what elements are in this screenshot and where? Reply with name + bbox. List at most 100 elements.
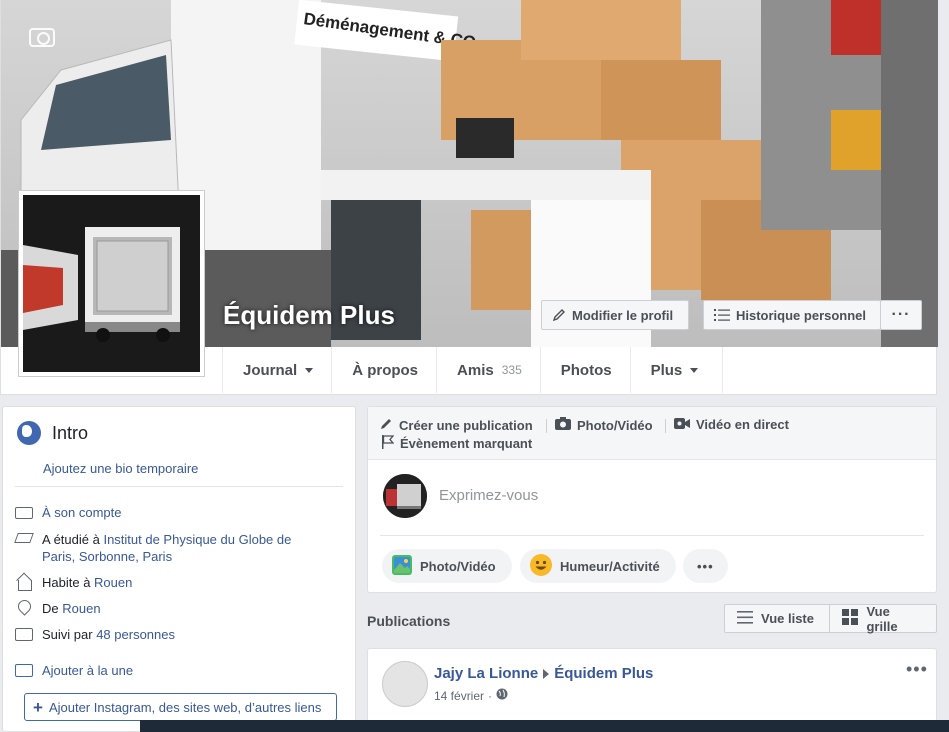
intro-title: Intro [52,422,89,443]
photo-icon [392,554,412,578]
tab-label: Plus [650,361,683,379]
more-icon: ••• [697,558,714,574]
post-more-button[interactable]: ••• [906,659,928,680]
intro-card: Intro Ajoutez une bio temporaire À son c… [2,406,356,732]
divider [380,535,924,536]
smiley-icon [530,553,552,579]
video-camera-icon [674,417,690,432]
more-icon: ··· [891,306,911,323]
add-featured-link[interactable]: Ajouter à la une [42,662,312,679]
home-icon [15,574,33,591]
arrow-right-icon [543,668,550,679]
tab-label: Amis [457,361,494,379]
pencil-icon [379,417,393,434]
add-links-button[interactable]: + Ajouter Instagram, des sites web, d’au… [24,693,337,721]
profile-more-button[interactable]: ··· [880,300,922,330]
feeling-activity-pill[interactable]: Humeur/Activité [520,549,676,583]
intro-item-followers: Suivi par 48 personnes [15,626,312,643]
composer-more-pill[interactable]: ••• [683,549,728,583]
profile-picture-image [23,195,200,372]
grid-view-button[interactable]: Vue grille [830,603,936,634]
intro-item-from: De Rouen [15,600,312,617]
from-text: De Rouen [42,601,101,616]
list-view-label: Vue liste [761,611,814,626]
photo-video-pill[interactable]: Photo/Vidéo [382,549,512,583]
tab-photos[interactable]: Photos [541,347,631,393]
add-bio-link[interactable]: Ajoutez une bio temporaire [43,461,198,476]
photo-video-pill-label: Photo/Vidéo [420,558,496,574]
followers-link[interactable]: 48 personnes [96,627,175,642]
divider [546,419,547,433]
divider [665,419,666,433]
camera-icon[interactable] [29,28,55,47]
activity-log-button[interactable]: Historique personnel [703,300,881,330]
list-icon [737,610,753,627]
from-city-link[interactable]: Rouen [62,601,100,616]
followers-text: Suivi par 48 personnes [42,627,175,642]
avatar[interactable] [383,474,427,518]
pencil-icon [552,308,566,322]
profile-picture[interactable] [18,190,205,377]
account-link[interactable]: À son compte [42,504,312,521]
edit-profile-button[interactable]: Modifier le profil [541,300,689,330]
tab-friends[interactable]: Amis 335 [437,347,541,393]
page-title: Équidem Plus [223,300,395,330]
list-view-button[interactable]: Vue liste [725,605,831,632]
activity-log-label: Historique personnel [736,307,867,323]
tab-more[interactable]: Plus [631,347,724,393]
tab-label: Journal [243,361,298,379]
composer-actions: Créer une publication Photo/Vidéo Vidéo … [368,407,936,460]
more-icon: ••• [906,659,928,679]
intro-header: Intro [17,421,88,445]
feed-icon [15,628,33,641]
profile-tabs: Journal À propos Amis 335 Photos Plus [222,347,724,393]
intro-item-account: À son compte [15,504,312,521]
photo-add-icon [15,664,33,677]
taskbar [140,720,949,732]
add-links-label: Ajouter Instagram, des sites web, d’autr… [48,699,322,715]
camera-icon [555,417,571,433]
post-header: Jajy La Lionne Équidem Plus [434,665,653,682]
author-link[interactable]: Jajy La Lionne [434,665,538,682]
composer-input[interactable]: Exprimez-vous [439,487,538,504]
tab-about[interactable]: À propos [332,347,438,393]
divider [15,486,343,487]
lives-city-link[interactable]: Rouen [94,575,132,590]
photo-video-label: Photo/Vidéo [577,417,653,433]
view-toggle: Vue liste Vue grille [724,603,937,634]
target-page-link[interactable]: Équidem Plus [554,665,653,682]
life-event-button[interactable]: Évènement marquant [382,435,532,452]
flag-icon [382,435,395,452]
life-event-label: Évènement marquant [400,436,533,451]
create-post-button[interactable]: Créer une publication [379,417,533,434]
friends-count: 335 [501,363,522,377]
tab-label: À propos [352,361,419,379]
post-composer: Créer une publication Photo/Vidéo Vidéo … [367,406,937,593]
caret-down-icon [305,367,314,373]
add-featured-row[interactable]: Ajouter à la une [15,662,312,679]
profile-header: Déménagement & CO Équidem Plus Modifier … [0,0,938,395]
post-date[interactable]: 14 février [434,689,484,703]
publications-heading: Publications [367,613,451,629]
tab-label: Photos [560,361,612,379]
avatar[interactable] [382,661,428,707]
education-text: A étudié à Institut de Physique du Globe… [42,532,292,564]
photo-video-button[interactable]: Photo/Vidéo [555,417,653,433]
live-video-label: Vidéo en direct [696,417,789,432]
grid-icon [842,609,859,628]
briefcase-icon [15,507,33,519]
location-pin-icon [15,600,33,617]
graduation-cap-icon [15,531,33,548]
post-meta: 14 février · [434,688,508,703]
live-video-button[interactable]: Vidéo en direct [674,417,789,432]
grid-view-label: Vue grille [866,603,898,634]
create-post-label: Créer une publication [399,418,533,433]
tab-journal[interactable]: Journal [223,347,333,393]
edit-profile-label: Modifier le profil [572,307,674,323]
intro-item-education: A étudié à Institut de Physique du Globe… [15,531,312,565]
caret-down-icon [690,367,699,373]
public-globe-icon [496,688,508,703]
globe-icon [17,421,41,445]
lives-text: Habite à Rouen [42,575,133,590]
intro-item-lives: Habite à Rouen [15,574,312,591]
